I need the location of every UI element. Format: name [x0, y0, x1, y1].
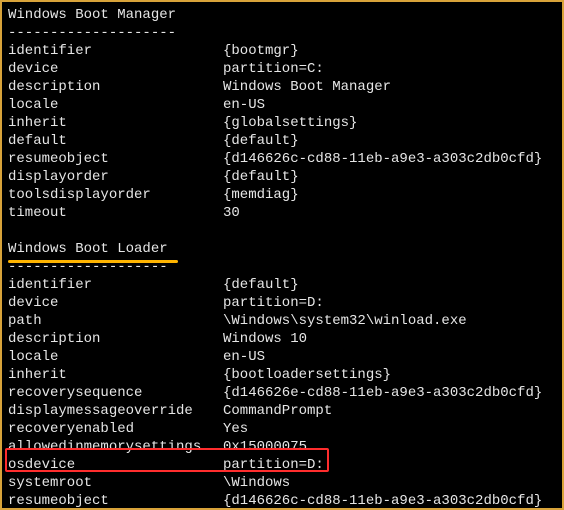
row-key: recoverysequence — [8, 384, 223, 402]
row-key: identifier — [8, 42, 223, 60]
row-displaymessageoverride: displaymessageoverride CommandPrompt — [8, 402, 556, 420]
row-value: {d146626e-cd88-11eb-a9e3-a303c2db0cfd} — [223, 384, 542, 402]
row-value: Yes — [223, 420, 248, 438]
row-value: en-US — [223, 96, 265, 114]
row-value: {bootmgr} — [223, 42, 299, 60]
row-key: timeout — [8, 204, 223, 222]
row-value: {default} — [223, 276, 299, 294]
row-value: en-US — [223, 348, 265, 366]
section-divider: -------------------- — [8, 24, 556, 42]
row-value: partition=C: — [223, 60, 324, 78]
row-device: device partition=C: — [8, 60, 556, 78]
row-value: \Windows — [223, 474, 290, 492]
row-key: systemroot — [8, 474, 223, 492]
row-value: {globalsettings} — [223, 114, 357, 132]
row-key: identifier — [8, 276, 223, 294]
row-value: partition=D: — [223, 294, 324, 312]
row-resumeobject: resumeobject {d146626c-cd88-11eb-a9e3-a3… — [8, 150, 556, 168]
row-key: inherit — [8, 114, 223, 132]
row-key: locale — [8, 96, 223, 114]
row-device: device partition=D: — [8, 294, 556, 312]
row-locale: locale en-US — [8, 348, 556, 366]
section-title-boot-manager: Windows Boot Manager — [8, 6, 556, 24]
row-key: displayorder — [8, 168, 223, 186]
row-recoveryenabled: recoveryenabled Yes — [8, 420, 556, 438]
row-inherit: inherit {bootloadersettings} — [8, 366, 556, 384]
row-description: description Windows Boot Manager — [8, 78, 556, 96]
row-key: device — [8, 294, 223, 312]
row-path: path \Windows\system32\winload.exe — [8, 312, 556, 330]
row-value: {d146626c-cd88-11eb-a9e3-a303c2db0cfd} — [223, 150, 542, 168]
row-value: Windows Boot Manager — [223, 78, 391, 96]
row-key: recoveryenabled — [8, 420, 223, 438]
row-key: description — [8, 78, 223, 96]
row-resumeobject: resumeobject {d146626c-cd88-11eb-a9e3-a3… — [8, 492, 556, 510]
row-value: Windows 10 — [223, 330, 307, 348]
blank-line — [8, 222, 556, 240]
row-description: description Windows 10 — [8, 330, 556, 348]
row-value: {bootloadersettings} — [223, 366, 391, 384]
row-key: device — [8, 60, 223, 78]
row-key: resumeobject — [8, 150, 223, 168]
highlight-underline — [8, 260, 178, 263]
row-value: \Windows\system32\winload.exe — [223, 312, 467, 330]
row-recoverysequence: recoverysequence {d146626e-cd88-11eb-a9e… — [8, 384, 556, 402]
terminal-output: Windows Boot Manager -------------------… — [0, 0, 564, 510]
row-value: 30 — [223, 204, 240, 222]
highlight-box — [5, 448, 329, 472]
row-timeout: timeout 30 — [8, 204, 556, 222]
row-identifier: identifier {default} — [8, 276, 556, 294]
row-key: locale — [8, 348, 223, 366]
row-systemroot: systemroot \Windows — [8, 474, 556, 492]
row-value: {memdiag} — [223, 186, 299, 204]
row-key: path — [8, 312, 223, 330]
row-inherit: inherit {globalsettings} — [8, 114, 556, 132]
row-toolsdisplayorder: toolsdisplayorder {memdiag} — [8, 186, 556, 204]
row-value: CommandPrompt — [223, 402, 332, 420]
row-default: default {default} — [8, 132, 556, 150]
row-key: displaymessageoverride — [8, 402, 223, 420]
row-key: inherit — [8, 366, 223, 384]
row-key: resumeobject — [8, 492, 223, 510]
section-title-boot-loader: Windows Boot Loader — [8, 240, 556, 258]
row-value: {default} — [223, 168, 299, 186]
row-value: {default} — [223, 132, 299, 150]
row-key: description — [8, 330, 223, 348]
row-key: default — [8, 132, 223, 150]
row-locale: locale en-US — [8, 96, 556, 114]
row-identifier: identifier {bootmgr} — [8, 42, 556, 60]
row-value: {d146626c-cd88-11eb-a9e3-a303c2db0cfd} — [223, 492, 542, 510]
row-displayorder: displayorder {default} — [8, 168, 556, 186]
row-key: toolsdisplayorder — [8, 186, 223, 204]
